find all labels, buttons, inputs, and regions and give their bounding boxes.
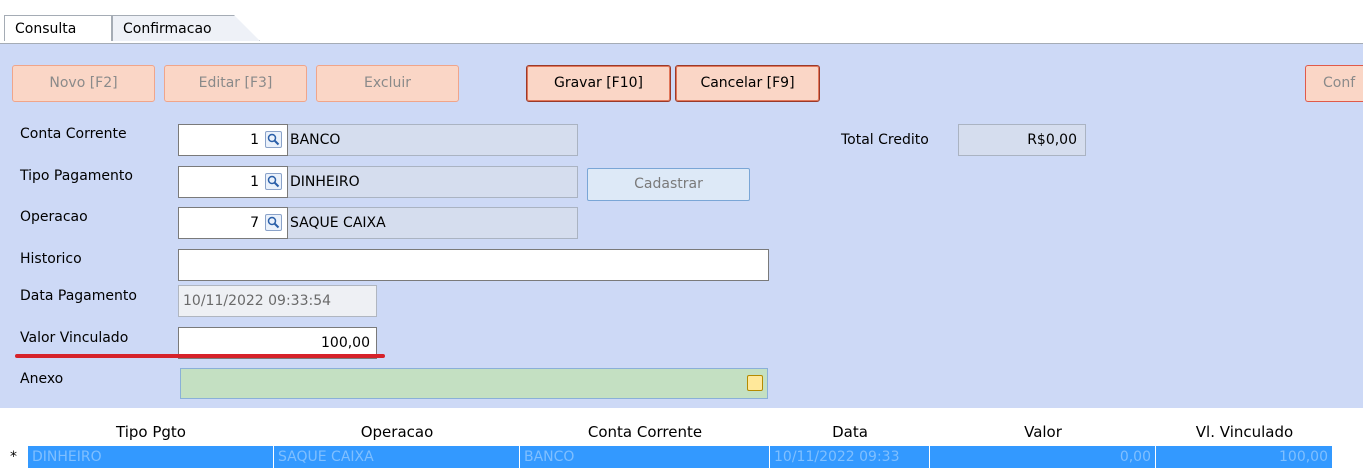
highlight-underline xyxy=(15,354,385,358)
valor-vinculado-label: Valor Vinculado xyxy=(20,330,129,346)
operacao-code: 7 xyxy=(250,215,259,231)
column-header-valor[interactable]: Valor xyxy=(930,408,1156,446)
grid-header: Tipo Pgto Operacao Conta Corrente Data V… xyxy=(0,408,1363,446)
cell-operacao[interactable]: SAQUE CAIXA xyxy=(274,446,520,468)
folder-icon[interactable] xyxy=(747,375,763,391)
column-header-tipo-pgto[interactable]: Tipo Pgto xyxy=(28,408,274,446)
historico-label: Historico xyxy=(20,251,82,267)
operacao-name: SAQUE CAIXA xyxy=(288,207,578,239)
anexo-label: Anexo xyxy=(20,371,64,387)
search-icon[interactable] xyxy=(265,214,282,231)
data-pagamento-label: Data Pagamento xyxy=(20,288,137,304)
excluir-button[interactable]: Excluir xyxy=(316,65,459,102)
column-header-operacao[interactable]: Operacao xyxy=(274,408,520,446)
column-header-data[interactable]: Data xyxy=(770,408,930,446)
tipo-pagamento-name: DINHEIRO xyxy=(288,166,578,198)
cell-data[interactable]: 10/11/2022 09:33 xyxy=(770,446,930,468)
cell-tipo-pgto[interactable]: DINHEIRO xyxy=(28,446,274,468)
conta-corrente-name: BANCO xyxy=(288,124,578,156)
table-row[interactable]: * DINHEIRO SAQUE CAIXA BANCO 10/11/2022 … xyxy=(0,446,1363,468)
editar-button[interactable]: Editar [F3] xyxy=(164,65,307,102)
conta-corrente-label: Conta Corrente xyxy=(20,126,127,142)
tipo-pagamento-code: 1 xyxy=(250,174,259,190)
tab-confirmacao[interactable]: Confirmacao xyxy=(112,15,260,41)
cell-vl-vinculado[interactable]: 100,00 xyxy=(1156,446,1333,468)
total-credito-value: R$0,00 xyxy=(958,124,1086,156)
cell-conta-corrente[interactable]: BANCO xyxy=(520,446,770,468)
conta-corrente-code-field[interactable]: 1 xyxy=(178,124,288,156)
novo-button[interactable]: Novo [F2] xyxy=(12,65,155,102)
operacao-label: Operacao xyxy=(20,209,88,225)
data-pagamento-field[interactable]: 10/11/2022 09:33:54 xyxy=(178,285,377,317)
historico-field[interactable] xyxy=(178,249,769,281)
tab-strip: Consulta Confirmacao xyxy=(0,0,1363,44)
tipo-pagamento-code-field[interactable]: 1 xyxy=(178,166,288,198)
row-marker: * xyxy=(10,449,17,465)
tipo-pagamento-label: Tipo Pagamento xyxy=(20,168,133,184)
form-panel: Novo [F2] Editar [F3] Excluir Gravar [F1… xyxy=(0,44,1363,408)
conta-corrente-code: 1 xyxy=(250,132,259,148)
anexo-value xyxy=(181,369,741,399)
tab-consulta[interactable]: Consulta xyxy=(4,15,112,41)
confirmar-button[interactable]: Conf xyxy=(1305,65,1363,102)
search-icon[interactable] xyxy=(265,131,282,148)
operacao-code-field[interactable]: 7 xyxy=(178,207,288,239)
cancelar-button[interactable]: Cancelar [F9] xyxy=(675,65,820,102)
cell-valor[interactable]: 0,00 xyxy=(930,446,1156,468)
search-icon[interactable] xyxy=(265,173,282,190)
cadastrar-button[interactable]: Cadastrar xyxy=(587,168,750,201)
gravar-button[interactable]: Gravar [F10] xyxy=(526,65,671,102)
column-header-conta-corrente[interactable]: Conta Corrente xyxy=(520,408,770,446)
column-header-vl-vinculado[interactable]: Vl. Vinculado xyxy=(1156,408,1333,446)
total-credito-label: Total Credito xyxy=(841,132,929,148)
historico-value xyxy=(179,250,768,280)
anexo-field[interactable] xyxy=(180,368,768,399)
data-pagamento-value: 10/11/2022 09:33:54 xyxy=(183,293,332,309)
